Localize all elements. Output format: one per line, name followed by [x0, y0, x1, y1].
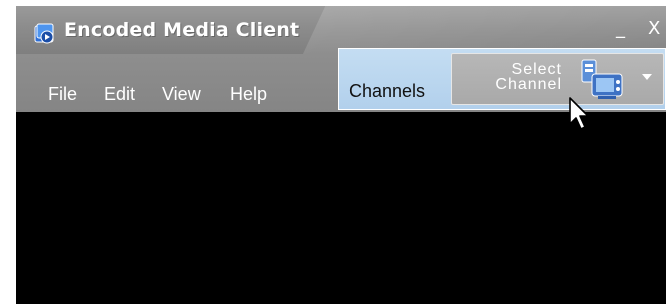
channels-panel: Channels Select Channel — [338, 48, 666, 110]
title-bar[interactable]: Encoded Media Client _ X — [16, 6, 666, 54]
title-bar-sheen — [288, 6, 666, 54]
close-button[interactable]: X — [648, 18, 660, 39]
select-channel-line1: Select — [511, 61, 562, 78]
channels-label: Channels — [349, 81, 426, 101]
media-client-icon — [34, 23, 54, 44]
select-channel-line2: Channel — [495, 76, 562, 93]
app-window: Encoded Media Client _ X File Edit View … — [16, 6, 666, 304]
menu-help[interactable]: Help — [230, 84, 267, 105]
minimize-button[interactable]: _ — [616, 18, 625, 39]
select-channel-label: Select Channel — [482, 61, 562, 93]
window-title: Encoded Media Client — [64, 19, 300, 41]
select-channel-button[interactable]: Select Channel — [451, 53, 664, 105]
menu-view[interactable]: View — [162, 84, 201, 105]
menu-file[interactable]: File — [48, 84, 77, 105]
video-display-area[interactable] — [16, 112, 666, 304]
chevron-down-icon[interactable] — [642, 74, 652, 80]
mouse-pointer-icon — [569, 97, 589, 130]
menu-edit[interactable]: Edit — [104, 84, 135, 105]
